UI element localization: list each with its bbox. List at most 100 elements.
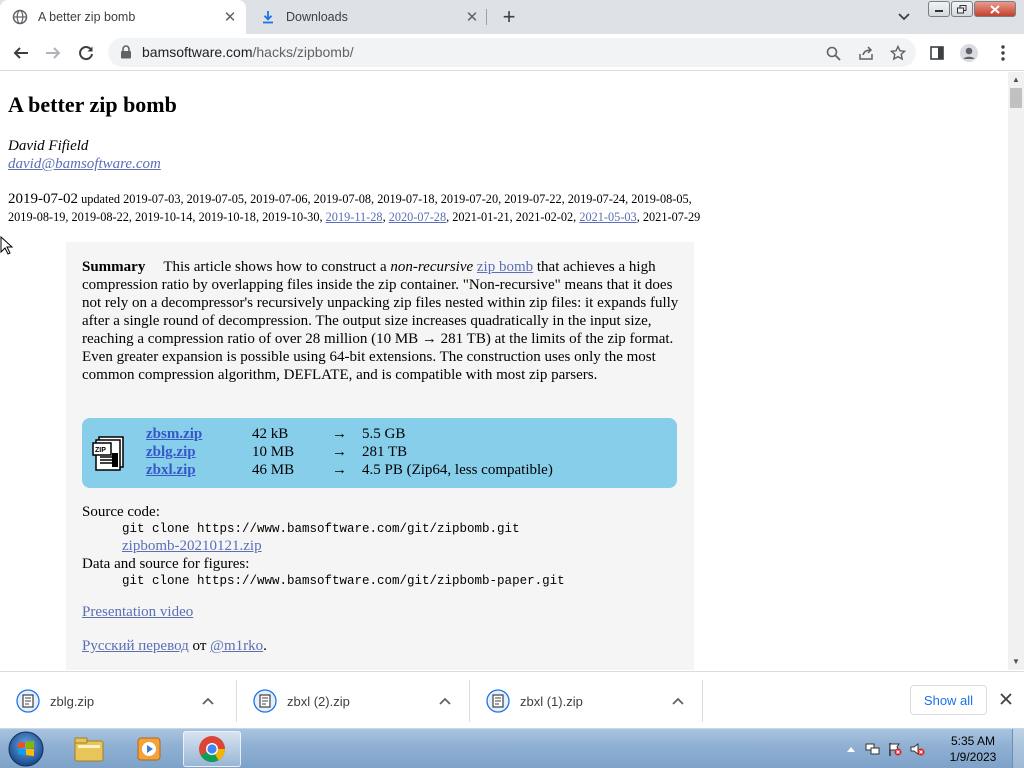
summary-text: that achieves a high compression ratio b… [82,259,679,383]
arrow-symbol: → [332,426,347,442]
file-size: 10 MB [252,444,295,460]
clock-date: 1/9/2023 [949,750,997,764]
url-host: bamsoftware.com [142,44,253,60]
period: . [263,638,267,654]
browser-toolbar: bamsoftware.com/hacks/zipbomb/ [0,34,1024,71]
start-button[interactable] [6,730,46,768]
side-panel-icon[interactable] [924,40,950,66]
tab-strip: A better zip bomb ✕ Downloads ✕ + [0,0,1024,34]
zip-bomb-link[interactable]: zip bomb [477,259,533,275]
updated-label: updated [81,192,121,206]
update-link[interactable]: 2019-11-28 [326,210,383,224]
published-date: 2019-07-02 [8,191,78,207]
expanded-size: 5.5 GB [362,426,406,442]
zip-file-icon: ZIP [92,435,126,471]
by-text: от [188,638,211,654]
menu-dots-icon[interactable] [990,40,1016,66]
download-item[interactable]: zbxl (2).zip [237,678,469,724]
scroll-up-arrow-icon[interactable]: ▲ [1011,75,1021,85]
updated-dates: 2019-08-19, 2019-08-22, 2019-10-14, 2019… [8,210,323,224]
tab-zip-bomb[interactable]: A better zip bomb ✕ [0,0,246,34]
restore-button[interactable] [951,1,973,17]
expanded-size: 4.5 PB (Zip64, less compatible) [362,462,553,478]
download-shelf: zblg.zip zbxl (2).zip zbxl (1).zip Show … [0,671,1024,728]
summary-text: This article shows how to construct a [163,259,391,275]
share-icon[interactable] [857,44,875,62]
svg-text:ZIP: ZIP [95,447,106,454]
chevron-up-icon[interactable] [668,694,688,708]
clock-time: 5:35 AM [950,734,996,748]
system-tray [840,729,928,768]
chevron-up-icon[interactable] [435,694,455,708]
download-item[interactable]: zblg.zip [0,678,232,724]
forward-button[interactable] [40,40,66,66]
scrollbar-thumb[interactable] [1010,88,1022,108]
tab-separator [486,9,487,25]
download-filename: zbxl (2).zip [287,693,350,709]
action-center-flag-icon[interactable] [884,739,906,759]
presentation-video-link[interactable]: Presentation video [82,604,193,621]
windows-taskbar: 5:35 AM 1/9/2023 [0,728,1024,768]
arrow-symbol: → [332,462,347,478]
back-button[interactable] [8,40,34,66]
window-controls [928,1,1017,19]
scroll-down-arrow-icon[interactable]: ▼ [1011,657,1021,667]
profile-avatar-icon[interactable] [956,40,982,66]
bookmark-star-icon[interactable] [889,44,907,62]
summary-emphasis: non-recursive [390,259,474,275]
download-files-box: ZIP zbsm.zip 42 kB → 5.5 GB zblg.zip 10 … [82,418,677,488]
page-title: A better zip bomb [8,92,177,117]
zip-file-link[interactable]: zbsm.zip [146,426,246,443]
chevron-down-icon[interactable] [894,8,914,26]
close-shelf-icon[interactable] [996,689,1016,709]
address-bar[interactable]: bamsoftware.com/hacks/zipbomb/ [108,38,916,67]
chevron-up-icon[interactable] [198,694,218,708]
window-close-button[interactable] [974,1,1016,17]
download-item[interactable]: zbxl (1).zip [470,678,702,724]
file-size: 46 MB [252,462,295,478]
globe-icon [12,9,28,25]
reload-button[interactable] [73,40,99,66]
updated-dates: 2019-07-03, 2019-07-05, 2019-07-06, 2019… [123,192,692,206]
summary-paragraph: Summary This article shows how to constru… [82,258,682,384]
file-explorer-taskbar-icon[interactable] [60,731,118,767]
download-filename: zblg.zip [50,693,95,709]
summary-box: Summary This article shows how to constru… [66,242,694,670]
show-desktop-button[interactable] [1012,729,1024,768]
russian-translation-link[interactable]: Русский перевод [82,638,189,654]
russian-translation-line: Русский перевод от @m1rko. [82,638,267,655]
author-email-link[interactable]: david@bamsoftware.com [8,156,161,173]
network-icon[interactable] [862,739,884,759]
data-source-label: Data and source for figures: [82,556,250,572]
zip-file-icon [253,689,277,713]
taskbar-clock[interactable]: 5:35 AM 1/9/2023 [940,733,1006,765]
volume-muted-icon[interactable] [906,739,928,759]
lock-icon[interactable] [120,45,134,59]
expanded-size: 281 TB [362,444,408,460]
show-all-button[interactable]: Show all [910,685,987,715]
tab-downloads[interactable]: Downloads ✕ [248,0,488,34]
source-zip-link[interactable]: zipbomb-20210121.zip [122,538,262,555]
zip-file-link[interactable]: zbxl.zip [146,462,246,479]
zip-file-link[interactable]: zblg.zip [146,444,246,461]
chrome-taskbar-icon[interactable] [183,731,241,767]
url-text: bamsoftware.com/hacks/zipbomb/ [142,44,354,60]
close-icon[interactable]: ✕ [220,7,240,27]
divider [702,680,703,722]
arrow-symbol: → [332,444,347,460]
update-link[interactable]: 2021-05-03 [579,210,636,224]
mouse-cursor-icon [0,235,14,256]
media-player-taskbar-icon[interactable] [121,731,179,767]
translator-link[interactable]: @m1rko [210,638,263,654]
minimize-button[interactable] [928,1,950,17]
tab-title: A better zip bomb [38,10,136,24]
file-size: 42 kB [252,426,289,442]
close-icon[interactable]: ✕ [462,7,482,27]
search-icon[interactable] [824,44,842,62]
vertical-scrollbar[interactable]: ▲ ▼ [1008,72,1024,670]
new-tab-button[interactable]: + [498,4,520,29]
url-path: /hacks/zipbomb/ [252,44,354,60]
update-link[interactable]: 2020-07-28 [389,210,446,224]
author-name: David Fifield [8,138,89,154]
show-hidden-icons-icon[interactable] [840,739,862,759]
